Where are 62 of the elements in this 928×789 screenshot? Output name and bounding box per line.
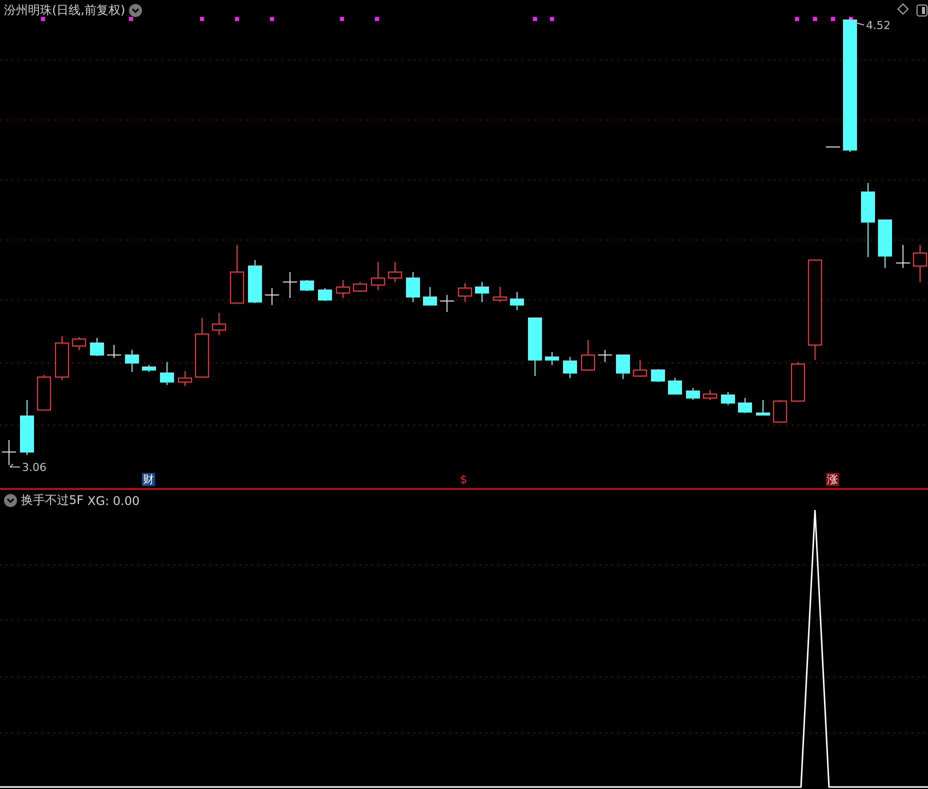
candlestick (300, 280, 314, 292)
candlestick (388, 262, 402, 282)
candlestick (668, 378, 682, 394)
diamond-icon[interactable] (897, 3, 909, 15)
candlestick (37, 374, 51, 410)
candlestick (20, 400, 34, 456)
candlestick (598, 350, 612, 362)
toggle-icon[interactable] (916, 4, 928, 16)
candlestick (423, 286, 437, 306)
candlestick (336, 280, 350, 298)
candlestick (2, 440, 16, 466)
candlestick (90, 338, 104, 356)
candlestick (563, 356, 577, 378)
candlestick (106, 344, 122, 358)
candlestick (475, 282, 489, 302)
candlestick (721, 392, 735, 406)
candlestick (264, 288, 280, 306)
candlestick (195, 318, 209, 378)
dropdown-icon[interactable] (4, 494, 17, 507)
candlestick (616, 354, 630, 380)
candlestick (160, 362, 174, 386)
candlestick (878, 220, 892, 268)
event-marker[interactable]: $ (459, 473, 468, 486)
candlestick (651, 368, 665, 382)
candlestick (738, 398, 752, 414)
chart-title: 汾州明珠(日线,前复权) (4, 2, 126, 19)
candlestick (756, 400, 770, 416)
candlestick (440, 294, 454, 312)
candlestick (406, 272, 420, 302)
candlestick (230, 244, 244, 304)
low-arrow (10, 464, 20, 468)
candlestick (55, 336, 69, 380)
candlestick (510, 292, 524, 310)
candlestick (896, 244, 910, 268)
candlestick (458, 282, 472, 302)
candlestick (318, 288, 332, 302)
candlestick (581, 340, 595, 372)
candlestick (826, 146, 840, 148)
candlestick (493, 286, 507, 302)
candlestick (248, 260, 262, 304)
candlestick (212, 312, 226, 336)
indicator-title: 换手不过5F (21, 492, 84, 509)
candlestick (178, 370, 192, 386)
candlestick (282, 272, 298, 298)
candlestick (545, 352, 559, 366)
candlestick (528, 318, 542, 376)
candlestick (72, 336, 86, 350)
candlestick (633, 360, 647, 378)
low-price-label: 3.06 (22, 461, 46, 474)
candlestick (125, 350, 139, 372)
candlestick (791, 362, 805, 402)
candlestick (703, 390, 717, 400)
candlestick (353, 282, 367, 292)
event-marker[interactable]: 财 (142, 473, 155, 486)
event-marker[interactable]: 涨 (826, 473, 839, 486)
dropdown-icon[interactable] (129, 4, 142, 17)
candlestick (686, 388, 700, 400)
indicator-value: XG: 0.00 (88, 494, 140, 508)
candlestick (142, 364, 156, 372)
candlestick (371, 262, 385, 290)
candlestick (773, 400, 787, 422)
high-price-label: 4.52 (866, 19, 890, 32)
